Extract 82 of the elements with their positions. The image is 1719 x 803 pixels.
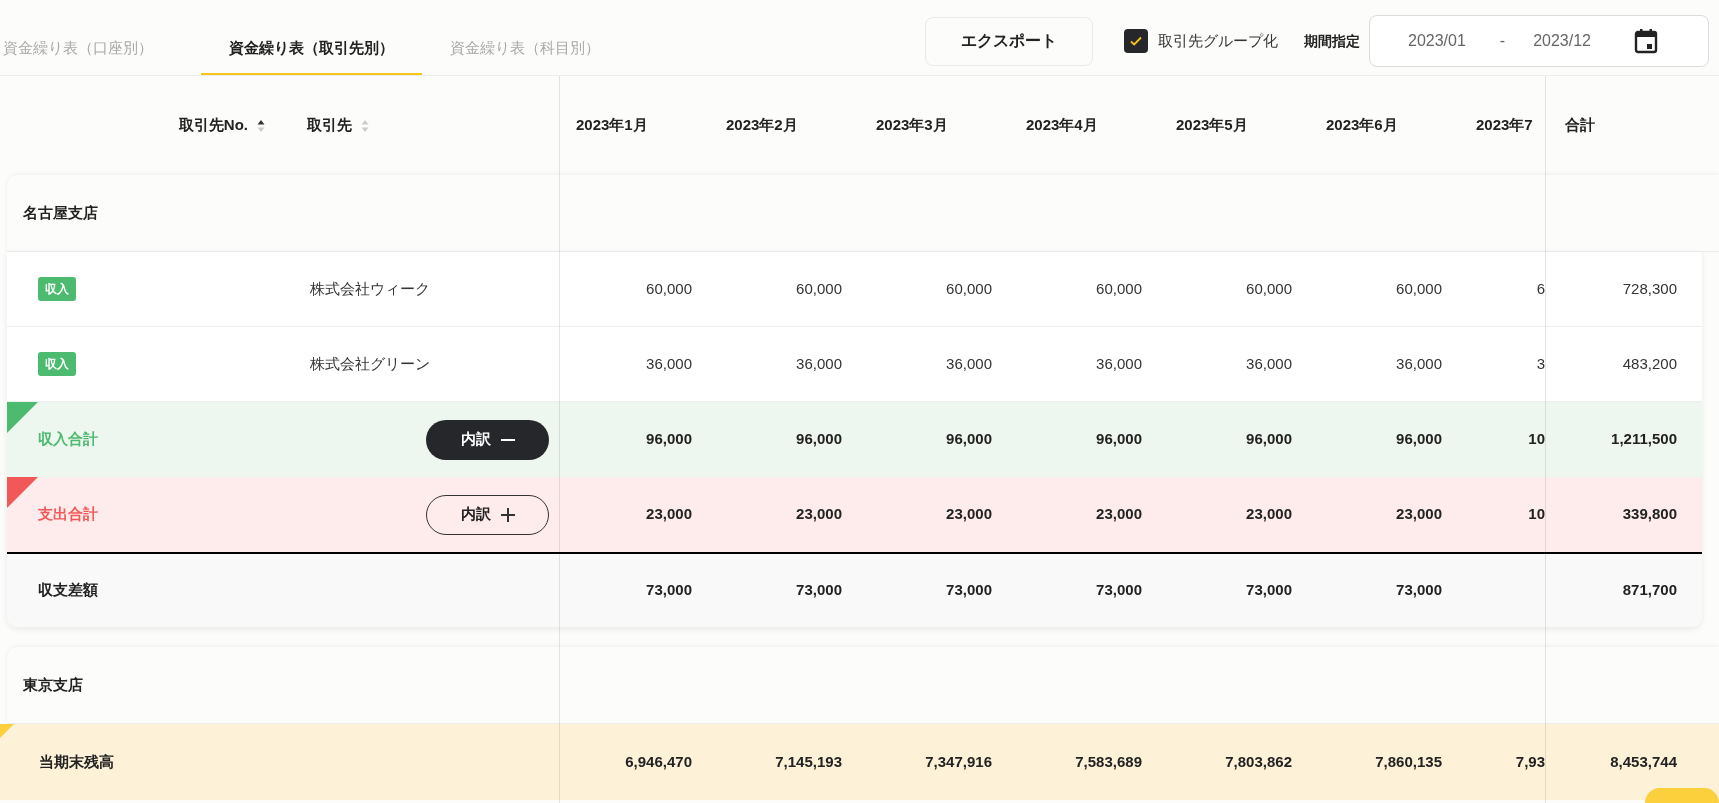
column-header: 2023年2月 (726, 116, 798, 134)
row-label: 収支差額 (38, 580, 98, 601)
table-cell-text: 96,000 (646, 429, 692, 450)
table-cell-text: 6 (1536, 278, 1545, 299)
table-cell-text: 73,000 (796, 580, 842, 601)
table-cell-text: 7,860,135 (1375, 751, 1442, 772)
table-cell-text: 483,200 (1622, 353, 1677, 374)
table-cell-text: 23,000 (946, 504, 992, 525)
row-label: 収入合計 (38, 429, 98, 450)
table-cell-text: 73,000 (1096, 580, 1142, 601)
table-cell-text: 8,453,744 (1610, 751, 1677, 772)
table-cell-text: 36,000 (646, 353, 692, 374)
table-cell-text: 7,803,862 (1225, 751, 1292, 772)
checkbox[interactable] (1124, 29, 1148, 53)
range-separator: - (1499, 31, 1506, 51)
column-header: 2023年4月 (1026, 116, 1098, 134)
table-cell-text: 73,000 (946, 580, 992, 601)
table-cell-text: 60,000 (1396, 278, 1442, 299)
table-cell-text: 23,000 (1246, 504, 1292, 525)
column-header: 2023年3月 (876, 116, 948, 134)
check-icon (1129, 34, 1143, 48)
group-name: 東京支店 (23, 674, 83, 695)
column-header: 2023年5月 (1176, 116, 1248, 134)
column-header: 2023年7 (1476, 116, 1533, 134)
table-cell-text: 36,000 (1396, 353, 1442, 374)
row-label: 支出合計 (38, 504, 98, 525)
date-range-field[interactable]: 2023/01 - 2023/12 (1369, 15, 1709, 67)
period-label: 期間指定 (1304, 31, 1360, 51)
table-cell-text: 6,946,470 (625, 751, 692, 772)
table-cell-text: 73,000 (1396, 580, 1442, 601)
group-name: 名古屋支店 (23, 202, 98, 223)
table-cell-text: 728,300 (1622, 278, 1677, 299)
table-cell-text: 23,000 (1096, 504, 1142, 525)
table-cell-text: 60,000 (646, 278, 692, 299)
tab[interactable]: 資金繰り表（取引先別） (201, 23, 422, 75)
table-cell-text: 7,145,193 (775, 751, 842, 772)
table-cell-text: 96,000 (1396, 429, 1442, 450)
breakdown-button[interactable]: 内訳 (426, 419, 549, 460)
minus-icon (500, 438, 515, 441)
table-cell-text: 36,000 (796, 353, 842, 374)
table-cell-text: 60,000 (946, 278, 992, 299)
table-cell-text: 96,000 (1096, 429, 1142, 450)
table-cell-text: 23,000 (646, 504, 692, 525)
income-badge: 収入 (38, 277, 76, 301)
table-cell-text: 96,000 (1246, 429, 1292, 450)
table-cell-text: 73,000 (646, 580, 692, 601)
plus-icon (500, 507, 515, 522)
table-cell-text: 36,000 (1096, 353, 1142, 374)
table-cell-text: 96,000 (946, 429, 992, 450)
column-header[interactable]: 取引先 (307, 114, 352, 137)
column-header: 2023年6月 (1326, 116, 1398, 134)
table-cell-text: 23,000 (1396, 504, 1442, 525)
row-label: 当期末残高 (39, 751, 114, 772)
table-cell-text: 10 (1528, 429, 1545, 450)
table-cell-text: 60,000 (1096, 278, 1142, 299)
table-cell-text: 339,800 (1622, 504, 1677, 525)
start-date: 2023/01 (1408, 31, 1466, 51)
table-cell-text: 株式会社ウィーク (310, 278, 430, 299)
table-cell-text: 10 (1528, 504, 1545, 525)
checkbox-label: 取引先グループ化 (1158, 30, 1278, 51)
table-cell-text: 60,000 (1246, 278, 1292, 299)
table-cell-text: 23,000 (796, 504, 842, 525)
column-header[interactable]: 取引先No. (178, 114, 248, 137)
table-cell-text: 1,211,500 (1611, 429, 1677, 450)
export-button[interactable]: エクスポート (925, 16, 1093, 66)
income-badge: 収入 (38, 352, 76, 376)
calendar-icon[interactable] (1634, 28, 1658, 54)
table-cell-text: 7,347,916 (925, 751, 992, 772)
column-header: 合計 (1565, 116, 1595, 134)
column-header: 2023年1月 (576, 116, 648, 134)
table-cell-text: 60,000 (796, 278, 842, 299)
table-cell-text: 96,000 (796, 429, 842, 450)
table-cell-text: 36,000 (946, 353, 992, 374)
table-cell-text: 7,583,689 (1075, 751, 1142, 772)
sort-icon[interactable] (257, 118, 265, 133)
table-cell-text: 7,93 (1515, 751, 1545, 772)
table-cell-text: 株式会社グリーン (310, 353, 430, 374)
table-cell-text: 3 (1536, 353, 1545, 374)
table-cell-text: 871,700 (1622, 580, 1677, 601)
table-cell-text: 73,000 (1246, 580, 1292, 601)
table-cell-text: 36,000 (1246, 353, 1292, 374)
end-date: 2023/12 (1533, 31, 1591, 51)
